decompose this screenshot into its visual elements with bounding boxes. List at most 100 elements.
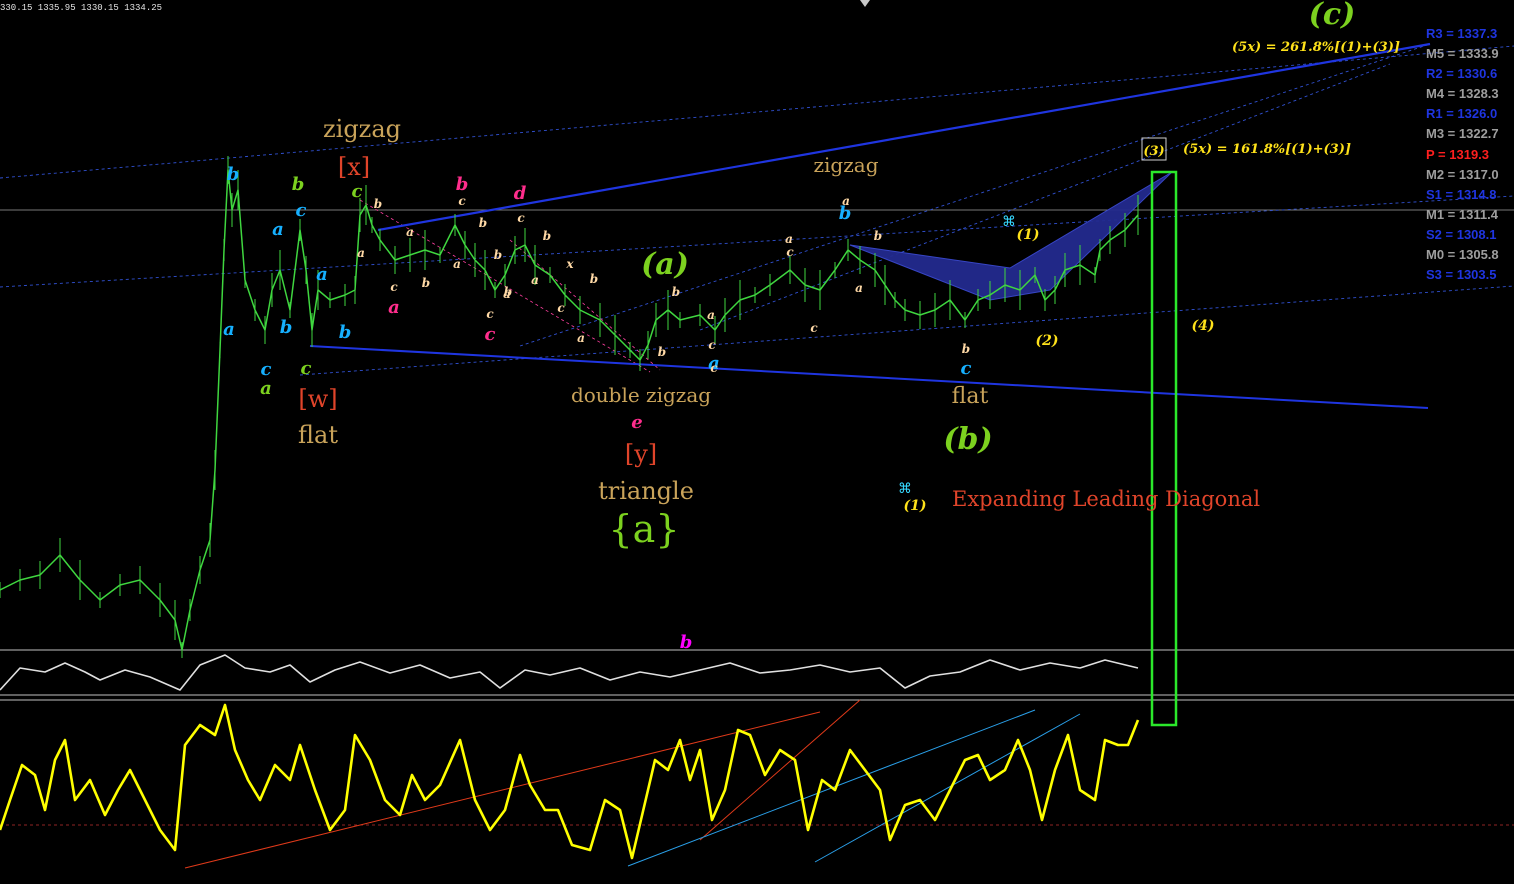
pivot-level-m0: M0 = 1305.8: [1426, 247, 1499, 263]
double-zigzag-label: double zigzag: [571, 383, 711, 407]
wave-label-13: a: [357, 246, 365, 260]
wave-label-35: a: [577, 331, 585, 345]
oscillator-series-line: [0, 703, 1140, 860]
wave-label-38: e: [631, 412, 642, 433]
wave-label-6: b: [280, 317, 293, 338]
fib-line-3: [299, 285, 1514, 376]
legend-wave-label: (1): [904, 498, 927, 514]
wave-label-47: c: [786, 245, 794, 259]
wave-label-17: a: [388, 297, 400, 318]
annotation-layer: zigzag [x] [w] flat double zigzag [y] tr…: [298, 0, 1400, 551]
wave-label-9: a: [260, 378, 272, 399]
pivot-level-m1: M1 = 1311.4: [1426, 206, 1498, 222]
price-chart: b bcaaa b bcaccbaabcabcabbabccdcba bxcbaaceb…: [0, 0, 1514, 869]
wave-2-label: (2): [1036, 333, 1059, 349]
a-brace-label: {a}: [608, 507, 679, 551]
diagonal-marker-icon: ⌘: [1002, 214, 1016, 230]
zigzag-left-label: zigzag: [323, 115, 401, 143]
wave-label-12: b: [374, 197, 382, 211]
wave-label-31: b: [590, 272, 598, 286]
legend-diagonal-text: Expanding Leading Diagonal: [952, 487, 1260, 511]
wave-label-39: b: [658, 345, 666, 359]
x-wave-label: [x]: [338, 153, 370, 181]
pivot-level-s2: S2 = 1308.1: [1426, 226, 1497, 242]
wave-label-40: a: [785, 232, 793, 246]
pivot-level-m3: M3 = 1322.7: [1426, 126, 1499, 142]
wave-label-14: a: [406, 225, 414, 239]
wave-label-22: b: [494, 248, 502, 262]
pivot-level-r2: R2 = 1330.6: [1426, 66, 1498, 82]
wave-label-49: c: [710, 361, 718, 375]
wave-label-7: b: [339, 322, 352, 343]
wave-label-16: c: [390, 280, 398, 294]
channel-lines: [184, 42, 1431, 869]
pivot-level-p: P = 1319.3: [1426, 146, 1490, 162]
pivot-level-r1: R1 = 1326.0: [1426, 106, 1498, 122]
wave-label-36: a: [707, 308, 715, 322]
fib-line-4: [519, 43, 1431, 347]
wave-4-label: (4): [1192, 318, 1215, 334]
flat-left-label: flat: [298, 421, 338, 449]
wave-label-25: c: [486, 307, 494, 321]
pivot-levels-panel: R3 = 1337.3 M5 = 1333.9 R2 = 1330.6 M4 =…: [1426, 24, 1514, 285]
wave-label-1: b: [292, 174, 305, 195]
wave-label-4: a: [316, 264, 328, 285]
target-2618-label: (5x) = 261.8%[(1)+(3)]: [1232, 40, 1400, 55]
c-paren-label: (c): [1309, 0, 1356, 32]
wave-label-15: b: [422, 276, 430, 290]
wave-label-29: b: [543, 229, 551, 243]
pivot-level-r3: R3 = 1337.3: [1426, 26, 1498, 41]
ohlc-readout: 330.15 1335.95 1330.15 1334.25: [0, 3, 163, 13]
y-wave-label: [y]: [625, 440, 657, 468]
wave-label-41: c: [810, 321, 818, 335]
pivot-level-s3: S3 = 1303.5: [1426, 267, 1497, 283]
upper-trendline: [377, 42, 1431, 232]
price-series-line: [0, 169, 1139, 651]
wave-label-37: c: [708, 338, 716, 352]
a-paren-label: (a): [641, 247, 689, 282]
wave-label-2: c: [296, 200, 307, 221]
fib-line-1: [0, 45, 1514, 179]
wave-label-33: c: [557, 301, 565, 315]
wave-label-19: c: [458, 194, 466, 208]
wave-label-44: b: [874, 229, 882, 243]
w-wave-label: [w]: [298, 385, 337, 413]
wave-label-0: b: [227, 164, 240, 185]
rsi-series-line: [0, 654, 1139, 691]
wave-label-28: c: [517, 211, 525, 225]
target-1618-label: (5x) = 161.8%[(1)+(3)]: [1183, 142, 1351, 157]
leading-diagonal-wedge: [849, 171, 1173, 301]
target-box: [1150, 170, 1178, 727]
grid-lines: [0, 43, 1514, 826]
wave-label-34: b: [672, 285, 680, 299]
legend-marker-icon: ⌘: [898, 481, 912, 497]
pivot-level-m5: M5 = 1333.9: [1426, 46, 1499, 62]
wave-label-26: c: [485, 324, 496, 345]
osc-trend-blue-2: [814, 713, 1081, 863]
b-paren-label: (b): [943, 422, 992, 457]
wave-label-32: x: [565, 257, 574, 271]
wave-label-3: a: [272, 219, 284, 240]
wave-label-24: b: [504, 285, 512, 299]
pivot-level-m2: M2 = 1317.0: [1426, 166, 1499, 182]
wave-label-46: b: [839, 203, 852, 224]
lower-trendline: [309, 345, 1429, 409]
wave-label-51: b: [680, 632, 693, 653]
wave-label-8: c: [261, 359, 272, 380]
pivot-level-s1: S1 = 1314.8: [1426, 186, 1497, 202]
wave-label-10: c: [352, 181, 363, 202]
flat-mid-label: flat: [952, 384, 989, 409]
wave-label-11: c: [301, 358, 312, 379]
osc-trend-red-2: [699, 699, 861, 841]
chart-area[interactable]: bbcaaabbcaccbaabcabcabbabccdcbabxcbaaceb…: [0, 0, 1514, 880]
wave-label-18: b: [456, 174, 469, 195]
chart-shift-marker-icon[interactable]: [860, 0, 870, 7]
wave-1-label: (1): [1017, 227, 1040, 243]
triangle-label: triangle: [598, 477, 694, 505]
wave-label-43: a: [855, 281, 863, 295]
wave-label-48: b: [962, 342, 970, 356]
wave-label-30: a: [531, 273, 539, 287]
zigzag-mid-label: zigzag: [814, 153, 879, 177]
wave-label-20: a: [453, 257, 461, 271]
wave-label-5: a: [223, 319, 235, 340]
